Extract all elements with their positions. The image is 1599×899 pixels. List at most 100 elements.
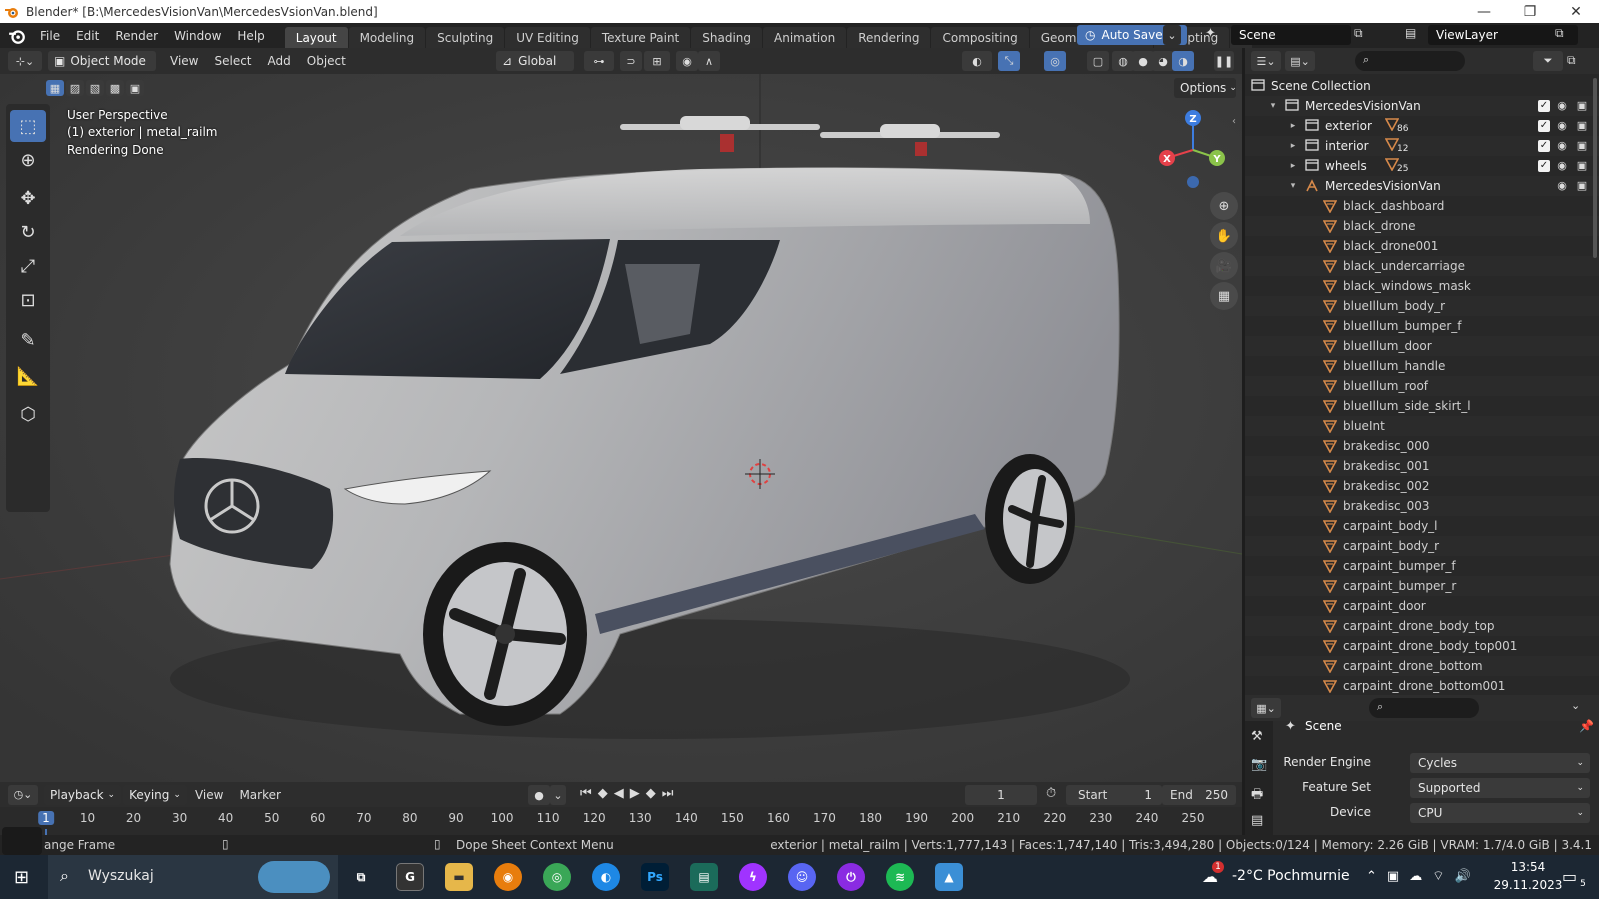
outliner-material-row[interactable]: black_dashboard — [1245, 196, 1599, 216]
start-frame-field[interactable]: Start 1 — [1066, 785, 1162, 805]
outliner-collection-exterior[interactable]: ▸ exterior 86 ✓ ◉ ▣ — [1245, 116, 1599, 136]
add-cube-tool-icon[interactable]: ⬡ — [10, 398, 46, 430]
select-invert-icon[interactable]: ▩ — [106, 80, 124, 96]
overlay-toggle-icon[interactable]: ◎ — [1044, 51, 1066, 71]
visibility-eye-icon[interactable]: ◉ — [1555, 99, 1569, 112]
rotate-tool-icon[interactable]: ↻ — [10, 216, 46, 248]
outliner-filter-icon[interactable]: ⏷ — [1533, 51, 1563, 71]
chrome-icon[interactable]: ◎ — [543, 863, 571, 891]
tab-texture-paint[interactable]: Texture Paint — [590, 27, 691, 48]
vp-menu-view[interactable]: View — [162, 54, 206, 68]
playback-menu[interactable]: Playback ⌄ — [44, 784, 122, 805]
outliner-material-row[interactable]: carpaint_bumper_f — [1245, 556, 1599, 576]
outliner-material-row[interactable]: carpaint_drone_body_top001 — [1245, 636, 1599, 656]
taskbar-search-box[interactable]: ⌕ Wyszukaj — [48, 855, 338, 899]
menu-file[interactable]: File — [32, 29, 68, 43]
tab-animation[interactable]: Animation — [763, 27, 847, 48]
messenger-icon[interactable]: ϟ — [739, 863, 767, 891]
select-extend-icon[interactable]: ▨ — [66, 80, 84, 96]
outliner-material-row[interactable]: brakedisc_002 — [1245, 476, 1599, 496]
prev-keyframe-icon[interactable]: ◆ — [598, 786, 614, 801]
outliner-search-input[interactable]: ⌕ — [1355, 51, 1465, 71]
render-camera-icon[interactable]: ▣ — [1575, 159, 1589, 172]
snap-target-icon[interactable]: ⊞ — [644, 51, 670, 71]
keying-menu[interactable]: Keying ⌄ — [123, 784, 187, 805]
properties-search-input[interactable]: ⌕ — [1369, 698, 1479, 718]
render-camera-icon[interactable]: ▣ — [1575, 139, 1589, 152]
camera-view-icon[interactable]: 🎥 — [1210, 252, 1238, 280]
cursor-tool-icon[interactable]: ⊕ — [10, 144, 46, 176]
transform-orientation-dropdown[interactable]: ⊿ Global — [496, 51, 574, 71]
outliner-material-row[interactable]: carpaint_drone_body_top — [1245, 616, 1599, 636]
new-scene-icon[interactable]: ⧉ — [1354, 26, 1363, 41]
pan-view-icon[interactable]: ✋ — [1210, 222, 1238, 250]
menu-help[interactable]: Help — [229, 29, 272, 43]
select-subtract-icon[interactable]: ▧ — [86, 80, 104, 96]
task-view-icon[interactable]: ⧉ — [347, 863, 375, 891]
windows-start-icon[interactable]: ⊞ — [14, 867, 29, 888]
notification-center-icon[interactable]: ▭ — [1562, 867, 1577, 886]
end-frame-field[interactable]: End 250 — [1162, 785, 1236, 805]
outliner-material-row[interactable]: blueIllum_body_r — [1245, 296, 1599, 316]
render-tab-icon[interactable]: 📷 — [1251, 757, 1267, 772]
ortho-toggle-icon[interactable]: ▦ — [1210, 282, 1238, 310]
solid-shading-icon[interactable]: ● — [1132, 51, 1154, 71]
collapse-arrow-icon[interactable]: ▾ — [1287, 181, 1299, 191]
timeline-editor-type-icon[interactable]: ◷⌄ — [8, 784, 38, 805]
navigation-gizmo[interactable]: Z X Y — [1155, 108, 1231, 188]
outliner-material-row[interactable]: blueIllum_door — [1245, 336, 1599, 356]
outliner-material-row[interactable]: carpaint_drone_bottom001 — [1245, 676, 1599, 695]
tab-compositing[interactable]: Compositing — [931, 27, 1029, 48]
select-box-tool-icon[interactable]: ⬚ — [10, 110, 46, 142]
volume-icon[interactable]: 🔊 — [1454, 869, 1480, 884]
xray-toggle-icon[interactable]: ▢ — [1087, 51, 1109, 71]
outliner-material-row[interactable]: blueIllum_side_skirt_l — [1245, 396, 1599, 416]
visibility-eye-icon[interactable]: ◉ — [1555, 179, 1569, 192]
tab-modeling[interactable]: Modeling — [348, 27, 426, 48]
select-intersect-icon[interactable]: ▣ — [126, 80, 144, 96]
falloff-icon[interactable]: ∧ — [698, 51, 720, 71]
play-icon[interactable]: ▶ — [630, 786, 646, 801]
auto-keying-icon[interactable]: ● — [528, 785, 550, 805]
outliner-material-row[interactable]: blueInt — [1245, 416, 1599, 436]
outliner-material-row[interactable]: black_drone — [1245, 216, 1599, 236]
annotate-tool-icon[interactable]: ✎ — [10, 324, 46, 356]
render-camera-icon[interactable]: ▣ — [1575, 179, 1589, 192]
terminal-app-icon[interactable]: ▤ — [690, 863, 718, 891]
render-camera-icon[interactable]: ▣ — [1575, 119, 1589, 132]
menu-window[interactable]: Window — [166, 29, 229, 43]
exclude-checkbox[interactable]: ✓ — [1538, 120, 1550, 132]
exclude-checkbox[interactable]: ✓ — [1538, 100, 1550, 112]
preview-range-icon[interactable]: ⏱ — [1046, 786, 1056, 801]
menu-render[interactable]: Render — [107, 29, 166, 43]
view-layer-tab-icon[interactable]: ▤ — [1251, 813, 1263, 828]
outliner-material-row[interactable]: blueIllum_bumper_f — [1245, 316, 1599, 336]
outliner-scrollbar[interactable] — [1593, 78, 1597, 258]
outliner-material-row[interactable]: black_undercarriage — [1245, 256, 1599, 276]
output-tab-icon[interactable]: 🖶 — [1251, 785, 1263, 807]
next-keyframe-icon[interactable]: ◆ — [646, 786, 662, 801]
photos-icon[interactable]: ▲ — [935, 863, 963, 891]
collapse-arrow-icon[interactable]: ▾ — [1267, 101, 1279, 111]
photoshop-icon[interactable]: Ps — [641, 863, 669, 891]
transform-tool-icon[interactable]: ⊡ — [10, 284, 46, 316]
scale-tool-icon[interactable]: ⤢ — [10, 250, 46, 282]
outliner-editor-type-icon[interactable]: ☰⌄ — [1251, 51, 1281, 71]
weather-text[interactable]: -2°C Pochmurnie — [1232, 868, 1350, 884]
outliner-material-row[interactable]: brakedisc_001 — [1245, 456, 1599, 476]
tab-sculpting[interactable]: Sculpting — [426, 27, 505, 48]
3d-viewport[interactable]: User Perspective (1) exterior | metal_ra… — [0, 74, 1242, 782]
move-tool-icon[interactable]: ✥ — [10, 182, 46, 214]
keying-set-icon[interactable]: ⌄ — [550, 785, 566, 805]
pin-icon[interactable]: 📌 — [1579, 719, 1594, 733]
outliner-collection-wheels[interactable]: ▸ wheels 25 ✓ ◉ ▣ — [1245, 156, 1599, 176]
gizmo-toggle-icon[interactable]: ⤡ — [998, 51, 1020, 71]
meet-now-icon[interactable]: ▣ — [1387, 869, 1409, 884]
outliner-material-row[interactable]: brakedisc_003 — [1245, 496, 1599, 516]
discord-icon[interactable]: ☺ — [788, 863, 816, 891]
tab-uv-editing[interactable]: UV Editing — [505, 27, 590, 48]
feature-set-dropdown[interactable]: Supported ⌄ — [1410, 778, 1590, 798]
vp-menu-add[interactable]: Add — [260, 54, 299, 68]
menu-edit[interactable]: Edit — [68, 29, 107, 43]
outliner-material-row[interactable]: carpaint_bumper_r — [1245, 576, 1599, 596]
